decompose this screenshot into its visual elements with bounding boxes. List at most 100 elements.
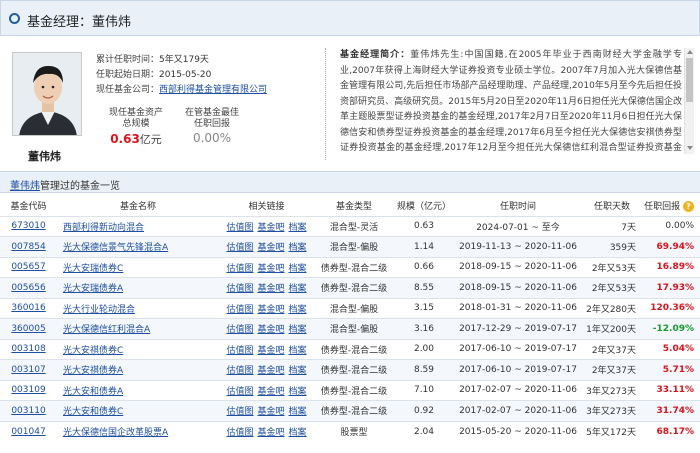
table-row: 003110 光大安和债券C 估值图 基金吧 档案 债券型-混合二级 0.92 2017-02… (0, 400, 700, 421)
tenure-days: 3年又273天 (582, 379, 642, 401)
fund-forum-link[interactable]: 基金吧 (257, 325, 284, 335)
fund-code-link[interactable]: 005656 (11, 283, 45, 293)
fund-forum-link[interactable]: 基金吧 (257, 305, 284, 315)
fund-profile-link[interactable]: 档案 (289, 407, 307, 417)
fund-type: 债券型-混合二级 (314, 379, 394, 401)
manager-name-link[interactable]: 董伟炜 (10, 181, 40, 192)
fund-type: 债券型-混合二级 (314, 338, 394, 360)
tenure-days: 2年又53天 (582, 277, 642, 298)
tenure-period: 2017-12-29 ~ 2019-07-17 (454, 318, 582, 339)
tenure-return: 31.74% (642, 400, 700, 421)
fund-profile-link[interactable]: 档案 (289, 428, 307, 438)
table-row: 003107 光大安祺债券A 估值图 基金吧 档案 债券型-混合二级 8.59 2017-06… (0, 359, 700, 380)
page-title: 基金经理：董伟炜 (27, 15, 132, 30)
fund-code-link[interactable]: 005657 (11, 262, 45, 272)
start-date-label: 任职起始日期： (96, 70, 160, 80)
valuation-chart-link[interactable]: 估值图 (226, 428, 253, 438)
fund-code-link[interactable]: 001047 (11, 427, 45, 437)
valuation-chart-link[interactable]: 估值图 (226, 346, 253, 356)
tenure-row: 累计任职时间：5年又179天 (96, 52, 209, 65)
fund-profile-link[interactable]: 档案 (289, 325, 307, 335)
fund-size: 3.15 (394, 297, 454, 319)
tenure-days: 7天 (582, 215, 642, 237)
valuation-chart-link[interactable]: 估值图 (226, 223, 253, 233)
valuation-chart-link[interactable]: 估值图 (226, 387, 253, 397)
fund-name-link[interactable]: 光大安瑞债券C (63, 264, 123, 274)
valuation-chart-link[interactable]: 估值图 (226, 407, 253, 417)
fund-name-link[interactable]: 光大保德信国企改革股票A (63, 428, 168, 438)
fund-forum-link[interactable]: 基金吧 (257, 346, 284, 356)
fund-forum-link[interactable]: 基金吧 (257, 387, 284, 397)
help-icon[interactable]: ? (683, 201, 694, 213)
valuation-chart-link[interactable]: 估值图 (226, 305, 253, 315)
fund-name-link[interactable]: 光大安和债券A (63, 387, 123, 397)
fund-name-link[interactable]: 光大安和债券C (63, 407, 123, 417)
tenure-period: 2018-01-31 ~ 2020-11-06 (454, 297, 582, 319)
table-row: 003109 光大安和债券A 估值图 基金吧 档案 债券型-混合二级 7.10 2017-02… (0, 379, 700, 401)
fund-profile-link[interactable]: 档案 (289, 387, 307, 397)
fund-name-link[interactable]: 光大安瑞债券A (63, 284, 123, 294)
intro-scrollbar[interactable] (684, 48, 694, 154)
fund-profile-link[interactable]: 档案 (289, 243, 307, 253)
fund-forum-link[interactable]: 基金吧 (257, 428, 284, 438)
best-return-label: 在管基金最佳 任职回报 (180, 108, 244, 130)
col-code: 基金代码 (0, 196, 57, 216)
table-row: 007854 光大保德信景气先锋混合A 估值图 基金吧 档案 混合型-偏股 1.14 2019… (0, 236, 700, 257)
divider (325, 48, 326, 160)
tenure-label: 累计任职时间： (96, 55, 160, 65)
fund-list-title: 董伟炜管理过的基金一览 (10, 177, 120, 192)
fund-name-link[interactable]: 光大保德信景气先锋混合A (63, 243, 168, 253)
scroll-down-arrow-icon[interactable] (687, 146, 693, 150)
best-return-value: 0.00% (192, 131, 232, 145)
fund-code-link[interactable]: 007854 (11, 242, 45, 252)
fund-type: 混合型-灵活 (314, 215, 394, 237)
fund-size: 7.10 (394, 379, 454, 401)
fund-profile-link[interactable]: 档案 (289, 264, 307, 274)
fund-forum-link[interactable]: 基金吧 (257, 243, 284, 253)
table-row: 360016 光大行业轮动混合 估值图 基金吧 档案 混合型-偏股 3.15 2018-01-… (0, 297, 700, 319)
fund-name-link[interactable]: 光大安祺债券A (63, 366, 123, 376)
manager-name: 董伟炜 (28, 150, 61, 163)
fund-profile-link[interactable]: 档案 (289, 284, 307, 294)
tenure-return: 68.17% (642, 420, 700, 442)
tenure-days: 2年又53天 (582, 256, 642, 278)
valuation-chart-link[interactable]: 估值图 (226, 264, 253, 274)
fund-forum-link[interactable]: 基金吧 (257, 264, 284, 274)
valuation-chart-link[interactable]: 估值图 (226, 243, 253, 253)
scroll-thumb[interactable] (686, 58, 693, 102)
fund-name-link[interactable]: 光大安祺债券C (63, 346, 123, 356)
fund-type: 混合型-偏股 (314, 297, 394, 319)
fund-code-link[interactable]: 003109 (11, 385, 45, 395)
fund-profile-link[interactable]: 档案 (289, 223, 307, 233)
manager-portrait-image (13, 53, 81, 135)
fund-forum-link[interactable]: 基金吧 (257, 407, 284, 417)
fund-code-link[interactable]: 003107 (11, 365, 45, 375)
valuation-chart-link[interactable]: 估值图 (226, 366, 253, 376)
fund-code-link[interactable]: 003110 (11, 406, 45, 416)
fund-profile-link[interactable]: 档案 (289, 346, 307, 356)
fund-name-link[interactable]: 光大行业轮动混合 (63, 305, 135, 315)
fund-forum-link[interactable]: 基金吧 (257, 223, 284, 233)
tenure-period: 2017-02-07 ~ 2020-11-06 (454, 400, 582, 421)
valuation-chart-link[interactable]: 估值图 (226, 325, 253, 335)
fund-profile-link[interactable]: 档案 (289, 366, 307, 376)
start-date-row: 任职起始日期：2015-05-20 (96, 67, 211, 80)
fund-forum-link[interactable]: 基金吧 (257, 284, 284, 294)
company-link[interactable]: 西部利得基金管理有限公司 (159, 85, 267, 95)
fund-name-link[interactable]: 西部利得新动向混合 (63, 223, 144, 233)
table-row: 003108 光大安祺债券C 估值图 基金吧 档案 债券型-混合二级 2.00 2017-06… (0, 338, 700, 360)
fund-profile-link[interactable]: 档案 (289, 305, 307, 315)
fund-code-link[interactable]: 360005 (11, 324, 45, 334)
fund-code-link[interactable]: 360016 (11, 303, 45, 313)
valuation-chart-link[interactable]: 估值图 (226, 284, 253, 294)
tenure-period: 2015-05-20 ~ 2020-11-06 (454, 420, 582, 442)
fund-forum-link[interactable]: 基金吧 (257, 366, 284, 376)
fund-code-link[interactable]: 673010 (11, 221, 45, 231)
col-size: 规模（亿元） (394, 196, 454, 216)
fund-code-link[interactable]: 003108 (11, 344, 45, 354)
fund-name-link[interactable]: 光大保德信红利混合A (63, 325, 150, 335)
scroll-up-arrow-icon[interactable] (687, 50, 693, 54)
table-row: 360005 光大保德信红利混合A 估值图 基金吧 档案 混合型-偏股 3.16 2017-1… (0, 318, 700, 339)
tenure-period: 2018-09-15 ~ 2020-11-06 (454, 277, 582, 298)
fund-type: 股票型 (314, 420, 394, 442)
